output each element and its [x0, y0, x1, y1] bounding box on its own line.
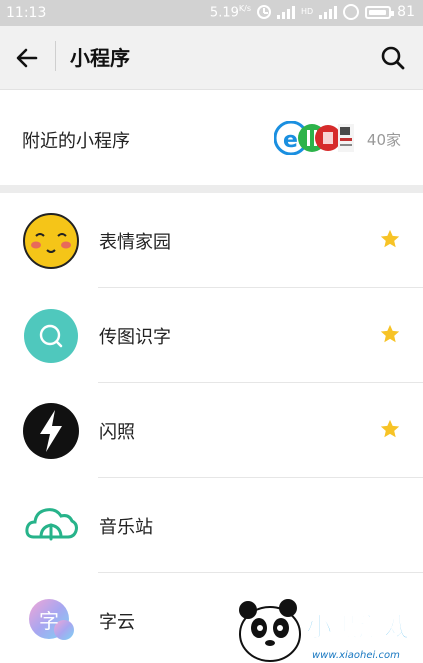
signal-icon: [276, 5, 295, 20]
list-item-shanzhao[interactable]: 闪照: [0, 383, 423, 478]
svg-text:字: 字: [39, 609, 59, 633]
header-divider: [55, 41, 56, 71]
back-button[interactable]: [10, 40, 46, 76]
panda-icon: [239, 599, 301, 662]
smiley-face-icon: [23, 213, 79, 269]
svg-text:e: e: [283, 128, 298, 153]
star-icon[interactable]: [379, 228, 401, 250]
list-item-chuantu[interactable]: 传图识字: [0, 288, 423, 383]
battery-icon: [365, 5, 395, 19]
watermark-url: www.xiaohei.com: [312, 650, 400, 661]
list-item-biaoqing[interactable]: 表情家园: [0, 193, 423, 288]
search-button[interactable]: [375, 40, 411, 76]
app-name: 音乐站: [99, 517, 153, 538]
status-bar: 11:13 5.19K/s HD 81: [0, 0, 423, 26]
watermark-text: 小黑游戏: [306, 613, 410, 643]
word-cloud-icon: 字: [29, 599, 74, 640]
battery-level: 81: [397, 4, 415, 21]
app-name: 传图识字: [99, 327, 171, 348]
status-time: 11:13: [6, 5, 47, 21]
lightning-icon: [23, 403, 79, 459]
status-right: 5.19K/s HD 81: [210, 4, 415, 20]
signal-icon-2: [319, 5, 338, 20]
app-name: 字云: [99, 612, 135, 633]
nearby-count: 40家: [366, 131, 401, 149]
thumbnail-icon: [338, 124, 354, 152]
app-name: 表情家园: [99, 232, 171, 253]
network-speed-value: 5.19: [209, 5, 239, 21]
back-arrow-icon: [16, 48, 38, 68]
network-speed: 5.19K/s: [210, 4, 251, 20]
network-speed-unit: K/s: [238, 4, 251, 13]
watermark-logo: 小黑游戏 www.xiaohei.com: [239, 599, 411, 662]
star-icon[interactable]: [379, 323, 401, 345]
list-item-yinyuezhan[interactable]: 音乐站: [0, 478, 423, 573]
nearby-mini-programs-row[interactable]: 附近的小程序 e 40家: [0, 91, 423, 187]
cloud-music-icon: [25, 508, 78, 541]
app-name: 闪照: [99, 422, 135, 443]
app-header: 小程序: [0, 26, 423, 90]
wifi-icon: [343, 4, 360, 21]
hd-label: HD: [300, 7, 314, 17]
alarm-icon: [256, 5, 271, 20]
star-icon[interactable]: [379, 418, 401, 440]
page-title: 小程序: [70, 46, 130, 70]
magnifier-circle-icon: [24, 309, 78, 363]
nearby-thumbnails: e: [274, 121, 354, 155]
search-icon: [381, 46, 405, 70]
nearby-title: 附近的小程序: [22, 131, 130, 152]
red-logo-icon: [315, 125, 341, 151]
section-gap: [0, 185, 423, 193]
